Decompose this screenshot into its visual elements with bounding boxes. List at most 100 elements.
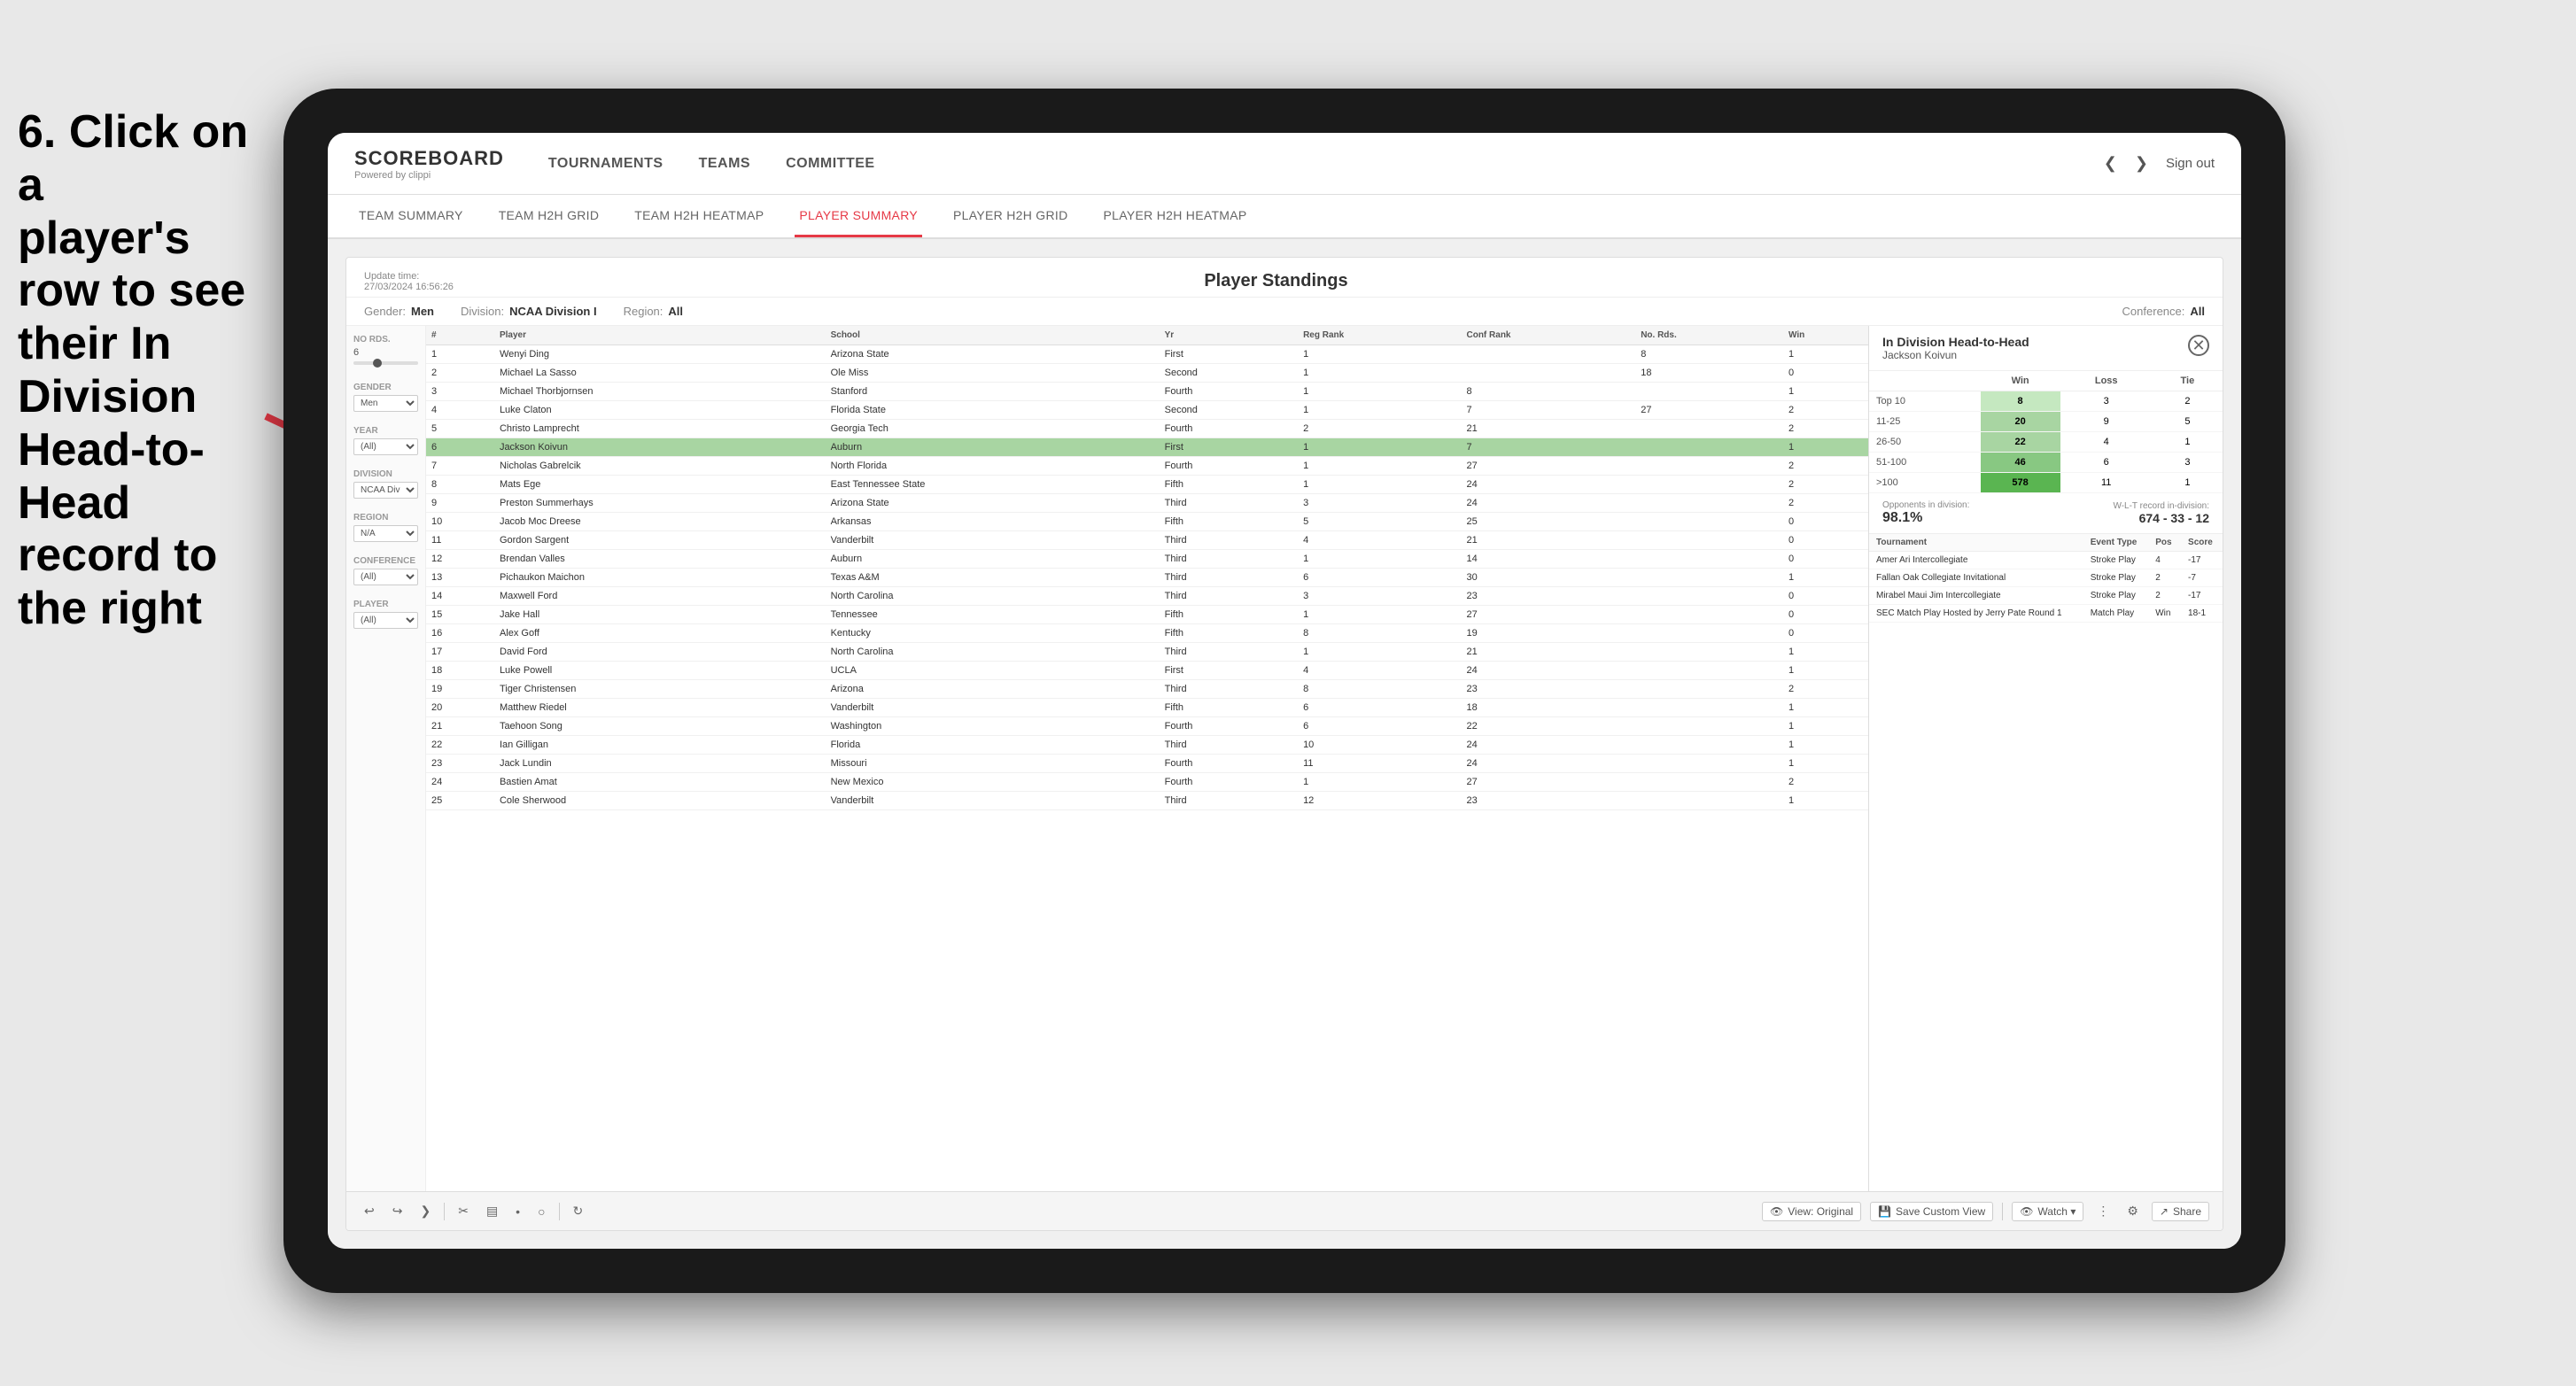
table-row[interactable]: 6 Jackson Koivun Auburn First 1 7 1 bbox=[426, 438, 1868, 457]
table-row[interactable]: 14 Maxwell Ford North Carolina Third 3 2… bbox=[426, 587, 1868, 606]
cell-player: Matthew Riedel bbox=[494, 699, 826, 717]
cell-rank: 25 bbox=[426, 792, 494, 810]
settings-icon[interactable]: ⚙ bbox=[2122, 1201, 2143, 1221]
share-button[interactable]: ↗ Share bbox=[2152, 1202, 2209, 1221]
cell-reg-rank: 4 bbox=[1298, 531, 1461, 550]
table-row[interactable]: 12 Brendan Valles Auburn Third 1 14 0 bbox=[426, 550, 1868, 569]
logo-subtext: Powered by clippi bbox=[354, 170, 504, 181]
table-row[interactable]: 10 Jacob Moc Dreese Arkansas Fifth 5 25 … bbox=[426, 513, 1868, 531]
tab-player-summary[interactable]: PLAYER SUMMARY bbox=[795, 195, 922, 237]
table-row[interactable]: 15 Jake Hall Tennessee Fifth 1 27 0 bbox=[426, 606, 1868, 624]
cell-player: Nicholas Gabrelcik bbox=[494, 457, 826, 476]
table-row[interactable]: 22 Ian Gilligan Florida Third 10 24 1 bbox=[426, 736, 1868, 755]
nav-teams[interactable]: TEAMS bbox=[699, 151, 751, 176]
year-select[interactable]: (All) bbox=[353, 438, 418, 455]
tab-team-h2h-heatmap[interactable]: TEAM H2H HEATMAP bbox=[630, 195, 768, 237]
cell-no-rds bbox=[1635, 606, 1783, 624]
h2h-loss: 4 bbox=[2060, 432, 2153, 453]
save-custom-button[interactable]: 💾 Save Custom View bbox=[1870, 1202, 1993, 1221]
table-row[interactable]: 13 Pichaukon Maichon Texas A&M Third 6 3… bbox=[426, 569, 1868, 587]
table-row[interactable]: 3 Michael Thorbjornsen Stanford Fourth 1… bbox=[426, 383, 1868, 401]
table-row[interactable]: 24 Bastien Amat New Mexico Fourth 1 27 2 bbox=[426, 773, 1868, 792]
table-row[interactable]: 20 Matthew Riedel Vanderbilt Fifth 6 18 … bbox=[426, 699, 1868, 717]
redo-button[interactable]: ↪ bbox=[388, 1201, 407, 1221]
cell-year: Fourth bbox=[1160, 755, 1298, 773]
cell-no-rds bbox=[1635, 383, 1783, 401]
view-original-button[interactable]: 👁 View: Original bbox=[1762, 1202, 1861, 1221]
nav-committee[interactable]: COMMITTEE bbox=[786, 151, 875, 176]
tab-team-summary[interactable]: TEAM SUMMARY bbox=[354, 195, 468, 237]
cell-reg-rank: 1 bbox=[1298, 438, 1461, 457]
sign-out-button[interactable]: Sign out bbox=[2166, 156, 2215, 171]
table-row[interactable]: 7 Nicholas Gabrelcik North Florida Fourt… bbox=[426, 457, 1868, 476]
cell-no-rds bbox=[1635, 773, 1783, 792]
crop-icon[interactable]: ✂ bbox=[454, 1201, 473, 1221]
h2h-player-name: Jackson Koivun bbox=[1882, 349, 2029, 361]
calendar-icon[interactable]: ○ bbox=[533, 1202, 549, 1221]
cell-school: Florida bbox=[826, 736, 1160, 755]
table-row[interactable]: 17 David Ford North Carolina Third 1 21 … bbox=[426, 643, 1868, 662]
cell-rank: 17 bbox=[426, 643, 494, 662]
table-row[interactable]: 23 Jack Lundin Missouri Fourth 11 24 1 bbox=[426, 755, 1868, 773]
cell-conf-rank: 8 bbox=[1461, 383, 1635, 401]
tab-player-h2h-grid[interactable]: PLAYER H2H GRID bbox=[949, 195, 1073, 237]
table-row[interactable]: 5 Christo Lamprecht Georgia Tech Fourth … bbox=[426, 420, 1868, 438]
standings-table: # Player School Yr Reg Rank Conf Rank No… bbox=[426, 326, 1868, 810]
h2h-win: 578 bbox=[1981, 473, 2060, 493]
undo-button[interactable]: ↩ bbox=[360, 1201, 379, 1221]
cell-player: Ian Gilligan bbox=[494, 736, 826, 755]
h2h-range: 11-25 bbox=[1869, 412, 1981, 432]
h2h-range: 26-50 bbox=[1869, 432, 1981, 453]
table-row[interactable]: 8 Mats Ege East Tennessee State Fifth 1 … bbox=[426, 476, 1868, 494]
nav-tournaments[interactable]: TOURNAMENTS bbox=[548, 151, 663, 176]
conference-select[interactable]: (All) bbox=[353, 569, 418, 585]
tournament-row: Fallan Oak Collegiate Invitational Strok… bbox=[1869, 569, 2223, 587]
table-row[interactable]: 11 Gordon Sargent Vanderbilt Third 4 21 … bbox=[426, 531, 1868, 550]
gender-select[interactable]: Men bbox=[353, 395, 418, 412]
edit-icon[interactable]: • bbox=[511, 1202, 524, 1221]
tab-team-h2h-grid[interactable]: TEAM H2H GRID bbox=[494, 195, 604, 237]
table-row[interactable]: 1 Wenyi Ding Arizona State First 1 8 1 bbox=[426, 345, 1868, 364]
region-select[interactable]: N/A bbox=[353, 525, 418, 542]
cell-conf-rank: 24 bbox=[1461, 736, 1635, 755]
cell-year: Fourth bbox=[1160, 457, 1298, 476]
tournament-row: SEC Match Play Hosted by Jerry Pate Roun… bbox=[1869, 605, 2223, 623]
player-select[interactable]: (All) bbox=[353, 612, 418, 629]
table-row[interactable]: 2 Michael La Sasso Ole Miss Second 1 18 … bbox=[426, 364, 1868, 383]
rds-slider[interactable] bbox=[353, 361, 418, 365]
table-row[interactable]: 4 Luke Claton Florida State Second 1 7 2… bbox=[426, 401, 1868, 420]
tab-player-h2h-heatmap[interactable]: PLAYER H2H HEATMAP bbox=[1099, 195, 1252, 237]
tournament-header-row: Tournament Event Type Pos Score bbox=[1869, 534, 2223, 552]
nav-icon-left: ❮ bbox=[2104, 154, 2117, 173]
cell-win: 1 bbox=[1783, 792, 1868, 810]
division-select[interactable]: NCAA Division I bbox=[353, 482, 418, 499]
toolbar-divider-1 bbox=[444, 1203, 445, 1220]
cell-reg-rank: 1 bbox=[1298, 476, 1461, 494]
table-row[interactable]: 21 Taehoon Song Washington Fourth 6 22 1 bbox=[426, 717, 1868, 736]
cell-player: Brendan Valles bbox=[494, 550, 826, 569]
cell-conf-rank: 24 bbox=[1461, 476, 1635, 494]
tournament-body: Amer Ari Intercollegiate Stroke Play 4 -… bbox=[1869, 552, 2223, 623]
table-row[interactable]: 25 Cole Sherwood Vanderbilt Third 12 23 … bbox=[426, 792, 1868, 810]
cell-conf-rank: 24 bbox=[1461, 494, 1635, 513]
filter-icon[interactable]: ▤ bbox=[482, 1201, 502, 1221]
table-row[interactable]: 18 Luke Powell UCLA First 4 24 1 bbox=[426, 662, 1868, 680]
forward-button[interactable]: ❯ bbox=[415, 1201, 435, 1221]
cell-conf-rank: 24 bbox=[1461, 755, 1635, 773]
table-row[interactable]: 19 Tiger Christensen Arizona Third 8 23 … bbox=[426, 680, 1868, 699]
cell-rank: 24 bbox=[426, 773, 494, 792]
cell-player: Mats Ege bbox=[494, 476, 826, 494]
cell-no-rds bbox=[1635, 457, 1783, 476]
cell-no-rds bbox=[1635, 699, 1783, 717]
sidebar-gender: Gender Men bbox=[353, 383, 418, 412]
nav-icon-right: ❯ bbox=[2135, 154, 2148, 173]
table-row[interactable]: 9 Preston Summerhays Arizona State Third… bbox=[426, 494, 1868, 513]
cell-win: 1 bbox=[1783, 643, 1868, 662]
refresh-icon[interactable]: ↻ bbox=[569, 1201, 588, 1221]
table-row[interactable]: 16 Alex Goff Kentucky Fifth 8 19 0 bbox=[426, 624, 1868, 643]
grid-icon[interactable]: ⋮ bbox=[2092, 1201, 2114, 1221]
h2h-close-button[interactable]: ✕ bbox=[2188, 335, 2209, 356]
watch-icon: 👁 bbox=[2020, 1205, 2033, 1218]
left-sidebar: No Rds. 6 Gender Men bbox=[346, 326, 426, 1191]
watch-button[interactable]: 👁 Watch ▾ bbox=[2012, 1202, 2083, 1221]
